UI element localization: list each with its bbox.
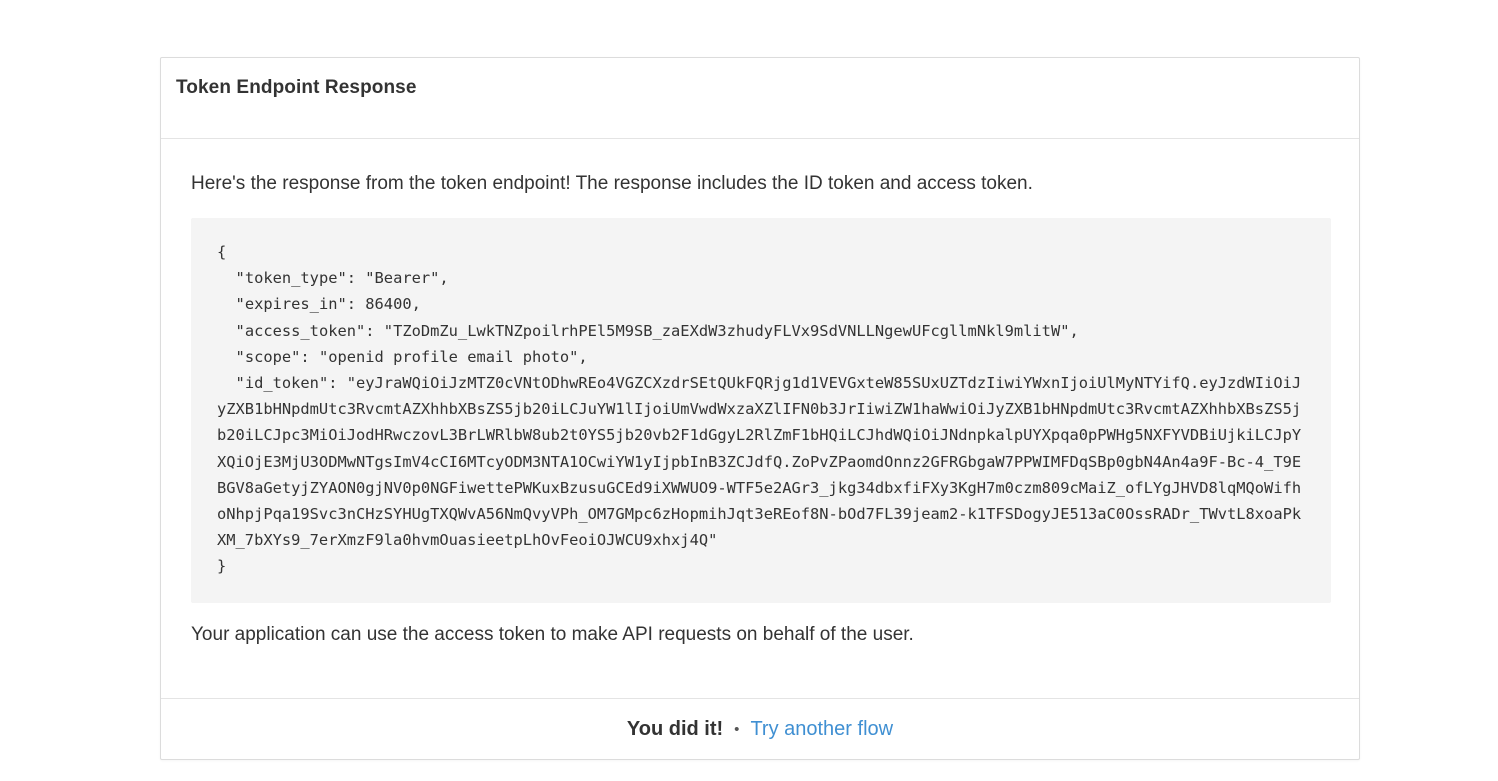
intro-text: Here's the response from the token endpo… <box>191 173 1033 194</box>
outro-text: Your application can use the access toke… <box>191 624 914 645</box>
success-message: You did it! <box>626 717 724 740</box>
card-title: Token Endpoint Response <box>176 77 417 98</box>
card-body: Here's the response from the token endpo… <box>161 139 1359 701</box>
bullet-separator: • <box>734 720 740 738</box>
response-code-block: { "token_type": "Bearer", "expires_in": … <box>191 218 1331 603</box>
response-json: { "token_type": "Bearer", "expires_in": … <box>217 243 1302 576</box>
card-footer: You did it! • Try another flow <box>161 698 1359 759</box>
card-header: Token Endpoint Response <box>161 58 1359 139</box>
token-response-card: Token Endpoint Response Here's the respo… <box>160 57 1360 760</box>
try-another-flow-link[interactable]: Try another flow <box>750 718 893 741</box>
